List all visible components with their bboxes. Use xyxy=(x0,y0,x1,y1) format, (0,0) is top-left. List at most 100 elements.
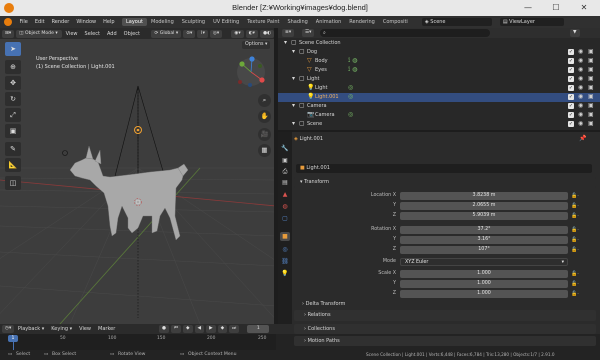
expand-toggle-icon[interactable]: ▾ xyxy=(292,75,295,84)
camera-view-button[interactable]: 🎥 xyxy=(258,128,271,141)
output-tab[interactable]: ⎙ xyxy=(280,167,290,176)
3d-viewport[interactable]: ⊞▾ ◫ Object Mode ▾ View Select Add Objec… xyxy=(0,28,276,324)
lock-scale-y-icon[interactable]: 🔓· xyxy=(571,281,579,287)
eye-icon[interactable]: ◉ xyxy=(578,120,583,129)
expand-toggle-icon[interactable]: ▾ xyxy=(292,120,295,129)
visibility-button[interactable]: ◉▾ xyxy=(231,29,244,38)
light-object[interactable] xyxy=(62,150,68,156)
object-data-tab[interactable]: 💡 xyxy=(280,269,290,278)
outliner-row[interactable]: ▾ ▢ Light ✓ ◉ ▣ xyxy=(278,75,600,84)
relations-panel-header[interactable]: › Relations xyxy=(294,310,596,321)
move-tool-button[interactable]: ✥ xyxy=(5,76,21,90)
pin-icon[interactable]: 📌 xyxy=(579,134,586,144)
object-data-icon[interactable]: ⟟ ◍ xyxy=(348,66,357,75)
exclude-checkbox[interactable]: ✓ xyxy=(568,67,574,74)
location-z-field[interactable]: 5.9039 m xyxy=(400,212,568,220)
lock-location-x-icon[interactable]: 🔓· xyxy=(571,193,579,199)
exclude-checkbox[interactable]: ✓ xyxy=(568,49,574,56)
pan-button[interactable]: ✋ xyxy=(258,110,271,123)
menu-edit[interactable]: Edit xyxy=(31,19,48,25)
location-y-field[interactable]: 2.0655 m xyxy=(400,202,568,210)
collections-panel-header[interactable]: › Collections xyxy=(294,324,596,334)
exclude-checkbox[interactable]: ✓ xyxy=(568,112,574,119)
options-dropdown[interactable]: Options ▾ xyxy=(242,41,271,49)
zoom-button[interactable]: ⌕ xyxy=(258,94,271,107)
workspace-tab-uv-editing[interactable]: UV Editing xyxy=(209,18,243,26)
scene-tab[interactable]: ▲ xyxy=(280,190,290,199)
select-tool-button[interactable]: ➤ xyxy=(5,42,21,56)
overlays-button[interactable]: ◐▾ xyxy=(245,29,258,38)
outliner-search-input[interactable]: ⌕ xyxy=(320,29,490,37)
scale-z-field[interactable]: 1.000 xyxy=(400,290,568,298)
rotate-tool-button[interactable]: ↻ xyxy=(5,92,21,106)
object-name-field[interactable]: ■ Light.001 xyxy=(296,164,592,173)
exclude-checkbox[interactable]: ✓ xyxy=(568,85,574,92)
delta-transform-subpanel[interactable]: › Delta Transform xyxy=(302,300,345,309)
outliner-row[interactable]: ▽ Eyes ⟟ ◍ ✓ ◉ ▣ xyxy=(278,66,600,75)
annotate-tool-button[interactable]: ✎ xyxy=(5,142,21,156)
scale-x-field[interactable]: 1.000 xyxy=(400,270,568,278)
add-cube-tool-button[interactable]: ◫ xyxy=(5,176,21,190)
scene-selector[interactable]: ◈ Scene xyxy=(421,18,492,26)
expand-toggle-icon[interactable]: ▾ xyxy=(292,102,295,111)
minimize-button[interactable]: — xyxy=(514,0,542,16)
rotation-mode-dropdown[interactable]: XYZ Euler ▾ xyxy=(400,258,568,266)
rotation-z-field[interactable]: 107° xyxy=(400,246,568,254)
location-x-field[interactable]: 3.8238 m xyxy=(400,192,568,200)
lock-scale-x-icon[interactable]: 🔓· xyxy=(571,271,579,277)
menu-window[interactable]: Window xyxy=(73,19,100,25)
viewport-scene[interactable] xyxy=(0,28,276,324)
cursor-tool-button[interactable]: ⊕ xyxy=(5,60,21,74)
expand-toggle-icon[interactable]: ▾ xyxy=(284,39,287,48)
autokey-button[interactable]: ● xyxy=(158,325,169,333)
close-button[interactable]: ✕ xyxy=(570,0,598,16)
outliner-row[interactable]: ▽ Body ⟟ ◍ ✓ ◉ ▣ xyxy=(278,57,600,66)
jump-start-button[interactable]: ⏮ xyxy=(170,325,181,333)
mode-selector[interactable]: ◫ Object Mode ▾ xyxy=(16,29,63,38)
shading-button[interactable]: ●◐ xyxy=(259,29,274,38)
transform-panel-header[interactable]: ▾ Transform xyxy=(294,177,596,188)
object-data-icon[interactable]: ⟟ ◍ xyxy=(348,57,357,66)
viewport-menu-select[interactable]: Select xyxy=(81,31,103,37)
workspace-tab-animation[interactable]: Animation xyxy=(312,18,346,26)
timeline-menu-view[interactable]: View xyxy=(76,326,95,332)
snap-button[interactable]: ⌇▾ xyxy=(197,29,208,38)
transform-orientation-dropdown[interactable]: ⟳ Global ▾ xyxy=(151,29,182,38)
workspace-tab-shading[interactable]: Shading xyxy=(283,18,311,26)
timeline-menu-marker[interactable]: Marker xyxy=(95,326,119,332)
render-visibility-icon[interactable]: ▣ xyxy=(588,111,594,120)
menu-render[interactable]: Render xyxy=(48,19,73,25)
rotation-y-field[interactable]: 3.16° xyxy=(400,236,568,244)
proportional-editing-button[interactable]: ◎▾ xyxy=(209,29,223,38)
outliner-row[interactable]: 💡 Light.001 ◎ ✓ ◉ ▣ xyxy=(278,93,600,102)
motion-paths-panel-header[interactable]: › Motion Paths xyxy=(294,336,596,346)
eye-icon[interactable]: ◉ xyxy=(578,102,583,111)
measure-tool-button[interactable]: 📐 xyxy=(5,158,21,172)
workspace-tab-rendering[interactable]: Rendering xyxy=(345,18,379,26)
workspace-tab-sculpting[interactable]: Sculpting xyxy=(178,18,209,26)
eye-icon[interactable]: ◉ xyxy=(578,111,583,120)
render-visibility-icon[interactable]: ▣ xyxy=(588,84,594,93)
outliner-row[interactable]: ▾ ▢ Camera ✓ ◉ ▣ xyxy=(278,102,600,111)
lock-location-y-icon[interactable]: 🔓· xyxy=(571,203,579,209)
outliner-row[interactable]: ▾ ▢ Scene Collection xyxy=(278,39,600,48)
display-mode-button[interactable]: ☰▾ xyxy=(302,29,315,37)
timeline-editor-type-button[interactable]: ◷▾ xyxy=(2,325,15,333)
filter-button[interactable]: ▼ xyxy=(570,29,580,37)
render-visibility-icon[interactable]: ▣ xyxy=(588,57,594,66)
exclude-checkbox[interactable]: ✓ xyxy=(568,103,574,110)
eye-icon[interactable]: ◉ xyxy=(578,75,583,84)
object-data-icon[interactable]: ◎ xyxy=(348,93,353,102)
workspace-tab-modeling[interactable]: Modeling xyxy=(147,18,178,26)
eye-icon[interactable]: ◉ xyxy=(578,66,583,75)
tool-tab[interactable]: 🔧 xyxy=(280,144,290,153)
outliner-row[interactable]: ▾ ▢ Dog ✓ ◉ ▣ xyxy=(278,48,600,57)
rotation-x-field[interactable]: 37.2° xyxy=(400,226,568,234)
jump-end-button[interactable]: ⏭ xyxy=(229,325,240,333)
view-layer-selector[interactable]: ▤ ViewLayer xyxy=(499,18,564,26)
object-data-icon[interactable]: ◎ xyxy=(348,84,353,93)
object-tab[interactable]: ■ xyxy=(280,232,290,241)
maximize-button[interactable]: ☐ xyxy=(542,0,570,16)
render-visibility-icon[interactable]: ▣ xyxy=(588,48,594,57)
render-visibility-icon[interactable]: ▣ xyxy=(588,66,594,75)
